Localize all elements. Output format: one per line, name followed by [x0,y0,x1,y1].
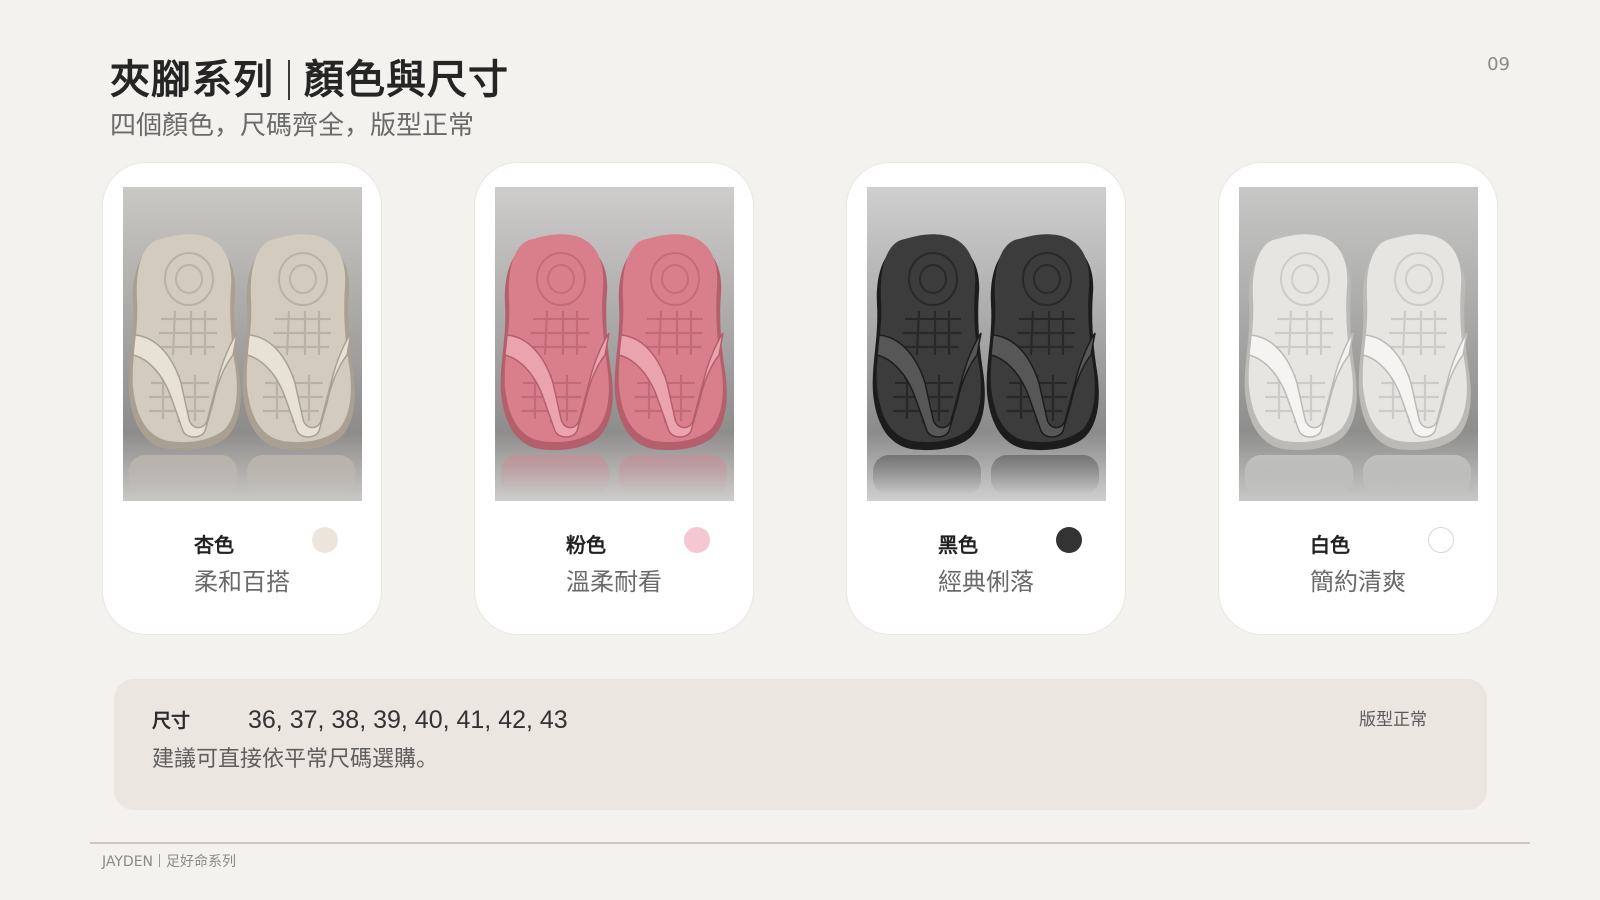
color-card: 粉色 溫柔耐看 [474,162,754,635]
size-note: 建議可直接依平常尺碼選購。 [152,747,439,772]
color-swatch [1056,527,1082,553]
color-description: 簡約清爽 [1310,568,1406,596]
color-card: 黑色 經典俐落 [846,162,1126,635]
color-swatch [684,527,710,553]
fit-tag: 版型正常 [1359,710,1427,730]
footer-separator [159,854,161,867]
footer-brand: JAYDEN [102,854,154,870]
sandal-illustration [123,187,362,501]
sandal-illustration [867,187,1106,501]
sandal-illustration [1239,187,1478,501]
size-label: 尺寸 [152,710,191,732]
page-title-series: 夾腳系列 [110,57,274,103]
color-description: 柔和百搭 [194,568,290,596]
color-name: 粉色 [566,533,606,557]
product-photo [867,187,1106,501]
color-name: 白色 [1310,533,1350,557]
color-swatch [1428,527,1454,553]
product-photo [123,187,362,501]
color-card: 白色 簡約清爽 [1218,162,1498,635]
page-number: 09 [1487,54,1510,75]
size-values: 36, 37, 38, 39, 40, 41, 42, 43 [248,706,568,734]
footer-divider [90,842,1530,844]
color-name: 黑色 [938,533,978,557]
color-name: 杏色 [194,533,234,557]
color-description: 經典俐落 [938,568,1034,596]
page-title: 夾腳系列 顏色與尺寸 [110,52,509,108]
sandal-illustration [495,187,734,501]
footer-series: 足好命系列 [166,854,237,870]
size-panel: 尺寸 36, 37, 38, 39, 40, 41, 42, 43 建議可直接依… [114,679,1487,810]
color-description: 溫柔耐看 [566,568,662,596]
footer: JAYDEN 足好命系列 [102,850,236,874]
page-title-topic: 顏色與尺寸 [304,57,509,103]
color-swatch [312,527,338,553]
product-photo [495,187,734,501]
title-separator [288,60,290,100]
page-subtitle: 四個顏色，尺碼齊全，版型正常 [110,111,475,141]
product-photo [1239,187,1478,501]
color-card: 杏色 柔和百搭 [102,162,382,635]
